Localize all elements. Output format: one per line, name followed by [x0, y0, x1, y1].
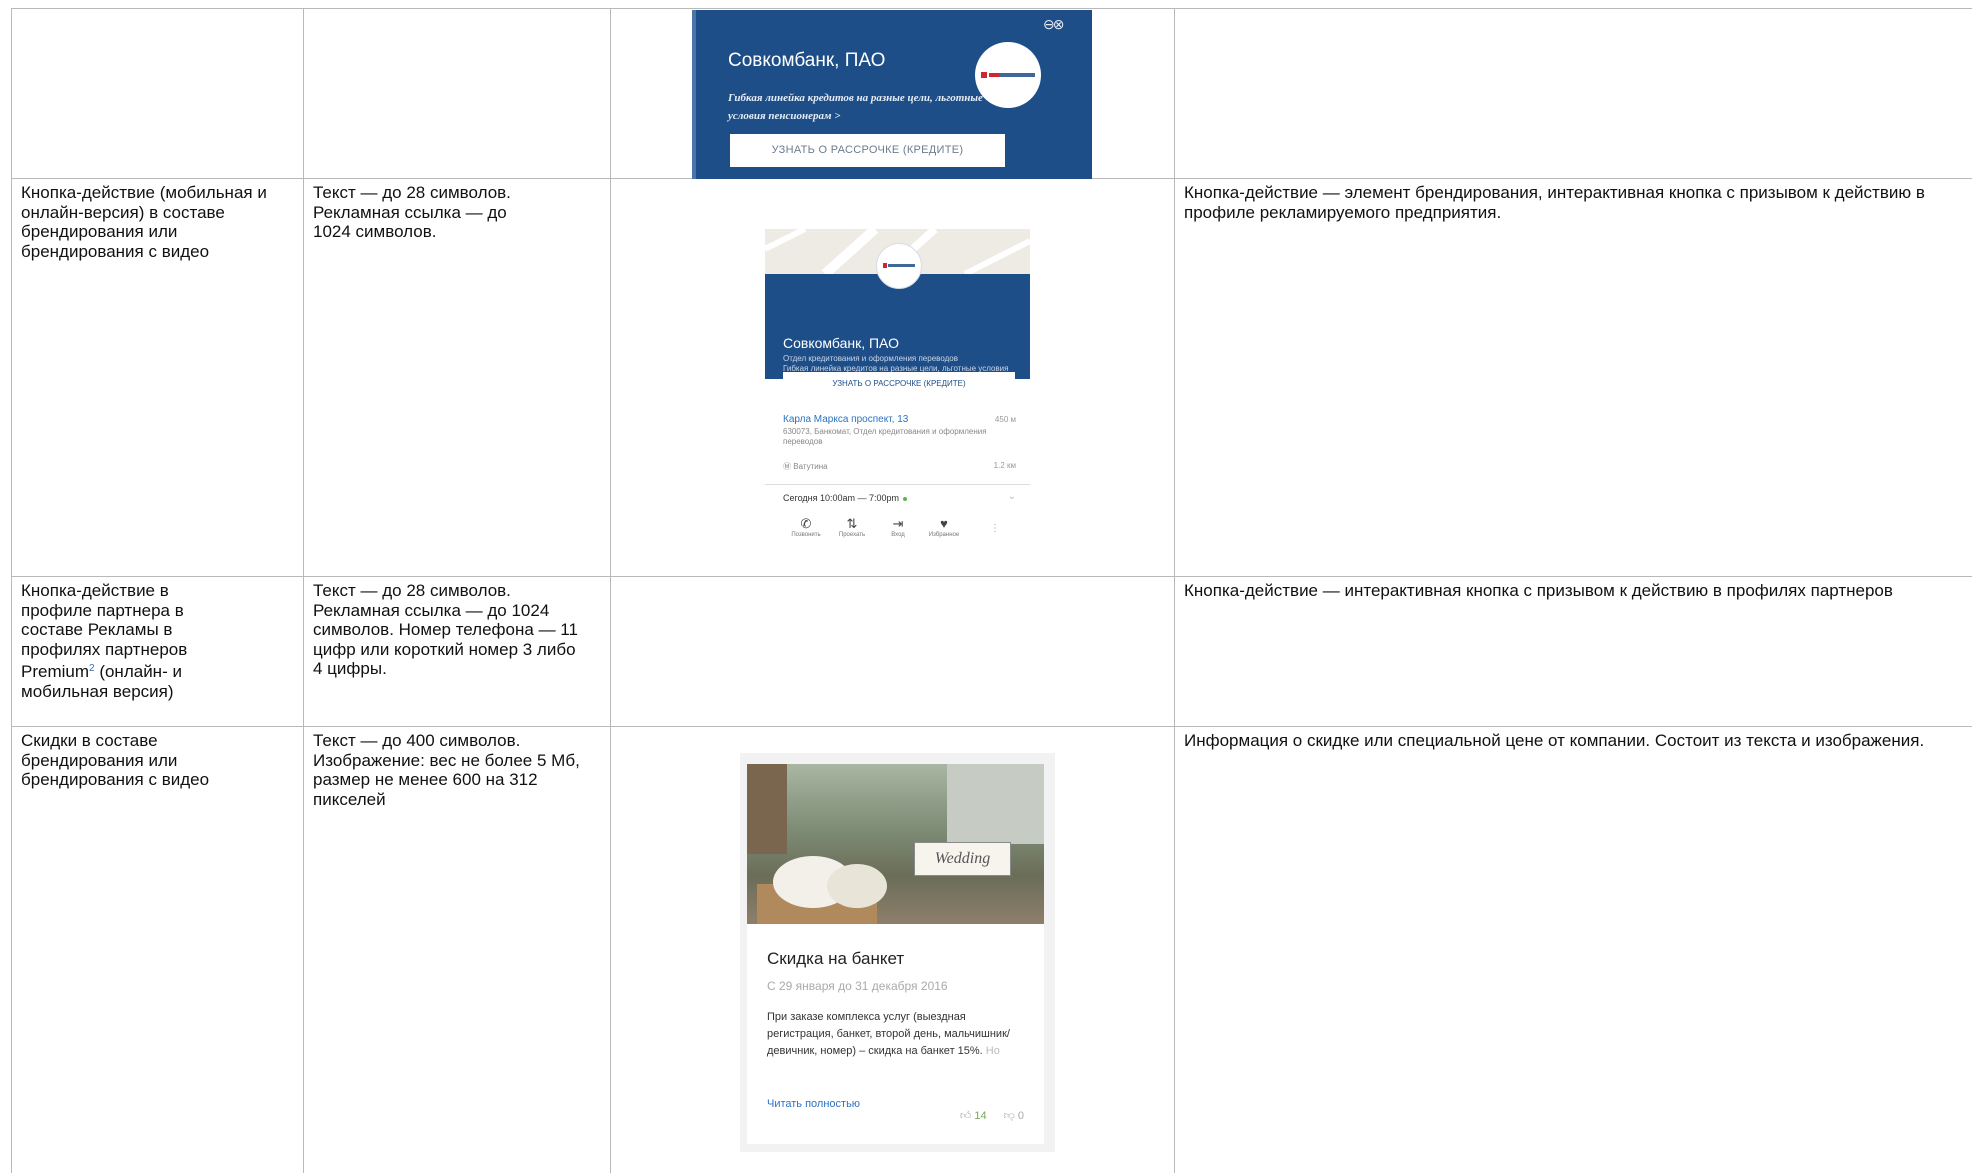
row2-premium: Premium: [21, 662, 90, 682]
opening-hours[interactable]: Сегодня 10:00am — 7:00pm: [783, 493, 908, 503]
table-row-divider: [11, 726, 1972, 727]
row1-name: Кнопка-действие (мобильная и онлайн-верс…: [21, 183, 267, 261]
action-bar: ✆ Позвонить ⇅ Проехать ⇥ Вход ♥ Избранное: [783, 516, 1003, 538]
address-distance: 450 м: [994, 415, 1016, 424]
entrance-icon: ⇥: [892, 516, 904, 531]
sovcombank-logo-icon: [981, 72, 1035, 78]
banner-slogan[interactable]: Гибкая линейка кредитов на разные цели, …: [728, 89, 998, 125]
photo-background: [947, 764, 1044, 844]
row3-description: Информация о скидке или специальной цене…: [1184, 731, 1925, 750]
row3-name-cell: Скидки в составе брендирования или бренд…: [11, 731, 293, 790]
wedding-sign: Wedding: [914, 842, 1011, 876]
row3-requirements-cell: Текст — до 400 символов. Изображение: ве…: [303, 731, 595, 809]
row1-description-cell: Кнопка-действие — элемент брендирования,…: [1174, 183, 1964, 222]
dislike-count: 0: [1017, 1110, 1024, 1122]
thumbs-up-icon[interactable]: 👍︎: [960, 1110, 972, 1122]
divider: [765, 484, 1030, 485]
photo-wood-panel: [747, 764, 787, 854]
row1-description: Кнопка-действие — элемент брендирования,…: [1184, 183, 1925, 222]
metro-distance: 1.2 км: [993, 461, 1016, 470]
reactions: 👍︎ 14 👎︎ 0: [960, 1109, 1024, 1122]
discount-title: Скидка на банкет: [767, 949, 905, 968]
row2-name-line: профиле партнера в: [21, 600, 184, 620]
row2-name-rest: (онлайн- и: [99, 662, 182, 682]
read-more-link[interactable]: Читать полностью: [767, 1098, 860, 1110]
address-link[interactable]: Карла Маркса проспект, 13: [783, 414, 908, 425]
row2-description: Кнопка-действие — интерактивная кнопка с…: [1184, 581, 1893, 600]
row2-requirements-cell: Текст — до 28 символов. Рекламная ссылка…: [303, 581, 595, 679]
open-status-dot: [903, 496, 908, 501]
discount-card-inner: Wedding Скидка на банкет С 29 января до …: [747, 764, 1044, 1144]
phone-icon: ✆: [800, 516, 812, 531]
address-details: 630073, Банкомат, Отдел кредитования и о…: [783, 427, 987, 446]
photo-flowers: [827, 864, 887, 908]
discount-photo: Wedding: [747, 764, 1044, 924]
route-icon: ⇅: [846, 516, 858, 531]
brand-block: Совкомбанк, ПАО Отдел кредитования и офо…: [765, 274, 1030, 408]
row2-name-line: составе Рекламы в: [21, 620, 173, 640]
sovcombank-logo: [975, 42, 1041, 108]
thumbs-down-icon[interactable]: 👎︎: [1004, 1110, 1015, 1122]
table-col-divider: [610, 8, 611, 1173]
action-button[interactable]: УЗНАТЬ О РАССРОЧКЕ (КРЕДИТЕ): [730, 134, 1005, 167]
route-action[interactable]: ⇅ Проехать: [829, 516, 875, 538]
row3-description-cell: Информация о скидке или специальной цене…: [1174, 731, 1964, 751]
favorite-action[interactable]: ♥ Избранное: [921, 516, 967, 538]
entrance-action[interactable]: ⇥ Вход: [875, 516, 921, 538]
banner-edge: [692, 10, 696, 179]
row2-name-line: Кнопка-действие в: [21, 581, 169, 600]
metro-station: Ⓜ Ватутина: [783, 462, 828, 471]
row2-name-line: мобильная версия): [21, 681, 174, 701]
row2-description-cell: Кнопка-действие — интерактивная кнопка с…: [1174, 581, 1972, 601]
row2-name-cell: Кнопка-действие в профиле партнера в сос…: [11, 581, 293, 702]
chevron-down-icon[interactable]: ⌄: [1008, 491, 1016, 502]
like-count: 14: [974, 1110, 987, 1122]
table-row-divider: [11, 576, 1972, 577]
company-name: Совкомбанк, ПАО: [783, 335, 899, 351]
row3-name: Скидки в составе брендирования или бренд…: [21, 731, 210, 790]
more-vertical-icon[interactable]: ⋮: [990, 523, 1000, 534]
discount-dates: С 29 января до 31 декабря 2016: [767, 979, 948, 993]
sovcombank-logo-icon: [883, 263, 915, 268]
row2-name-line: профилях партнеров: [21, 639, 188, 659]
chevron-right-icon[interactable]: ›: [1012, 394, 1016, 408]
row1-requirements: Текст — до 28 символов. Рекламная ссылка…: [313, 183, 511, 242]
row2-requirements: Текст — до 28 символов. Рекламная ссылка…: [313, 581, 578, 679]
call-action[interactable]: ✆ Позвонить: [783, 516, 829, 538]
row3-requirements: Текст — до 400 символов. Изображение: ве…: [313, 731, 580, 809]
heart-icon: ♥: [940, 516, 948, 531]
discount-text: При заказе комплекса услуг (выездная рег…: [767, 1011, 1010, 1057]
discount-card: Wedding Скидка на банкет С 29 января до …: [740, 753, 1055, 1152]
chevron-right-icon: >: [834, 110, 841, 122]
footnote-link[interactable]: 2: [89, 663, 95, 674]
row1-name-cell: Кнопка-действие (мобильная и онлайн-верс…: [11, 183, 293, 261]
sovcombank-logo: [876, 243, 922, 289]
banner-title: Совкомбанк, ПАО: [728, 50, 886, 71]
row1-requirements-cell: Текст — до 28 символов. Рекламная ссылка…: [303, 183, 548, 242]
table-row-divider: [11, 8, 1972, 9]
sovcombank-banner: ⊖⊗ Совкомбанк, ПАО Гибкая линейка кредит…: [692, 10, 1092, 179]
metro-icon: Ⓜ: [783, 462, 794, 471]
mobile-profile-card: Совкомбанк, ПАО Отдел кредитования и офо…: [765, 229, 1030, 554]
minus-close-icon[interactable]: ⊖⊗: [1043, 16, 1065, 33]
action-button[interactable]: УЗНАТЬ О РАССРОЧКЕ (КРЕДИТЕ): [783, 372, 1015, 395]
